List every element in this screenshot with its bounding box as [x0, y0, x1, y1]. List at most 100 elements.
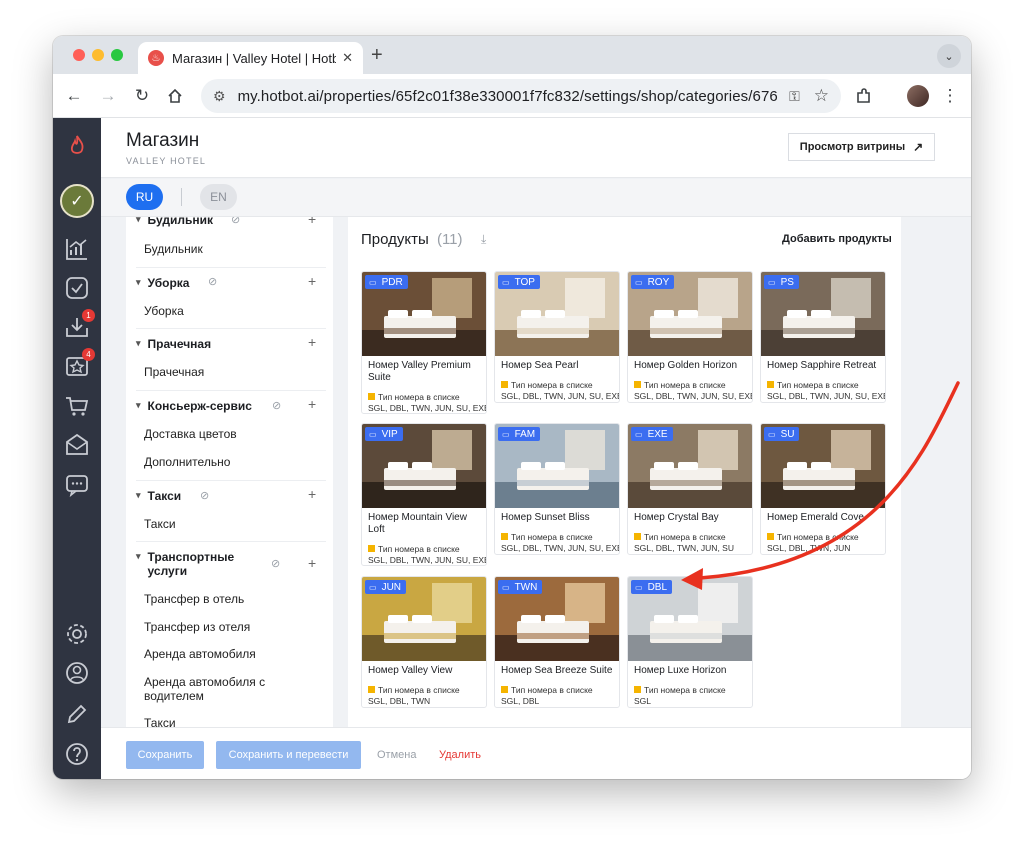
room-photo: ▭ TOP — [495, 272, 619, 356]
product-card[interactable]: ▭ SU Номер Emerald Cove Тип номера в списке… — [760, 423, 886, 555]
mail-envelope-icon[interactable] — [63, 431, 91, 459]
product-card[interactable]: ▭ PDR Номер Valley Premium Suite Тип номера… — [361, 271, 487, 414]
profile-avatar[interactable] — [907, 85, 929, 107]
view-storefront-button[interactable]: Просмотр витрины ↗ — [788, 133, 935, 161]
reload-icon[interactable]: ↻ — [131, 85, 153, 107]
lang-ru-button[interactable]: RU — [126, 184, 163, 210]
forward-arrow-icon[interactable]: → — [97, 85, 119, 107]
tab-title: Магазин | Valley Hotel | Hotbot — [172, 50, 337, 66]
category-item[interactable]: Будильник — [144, 242, 294, 256]
category-item[interactable]: Аренда автомобиля с водителем — [144, 675, 279, 703]
products-panel: Продукты (11) ⤓ Добавить продукты ▭ PDR Но… — [348, 217, 901, 727]
site-settings-icon[interactable]: ⚙ — [213, 88, 226, 105]
external-arrow-icon: ↗ — [913, 140, 924, 154]
maximize-window-button[interactable] — [111, 49, 123, 61]
minimize-window-button[interactable] — [92, 49, 104, 61]
hidden-cart-icon[interactable]: ⊘ — [231, 217, 240, 226]
extensions-puzzle-icon[interactable] — [853, 85, 875, 107]
product-card[interactable]: ▭ TWN Номер Sea Breeze Suite Тип номера в с… — [494, 576, 620, 708]
room-code: DBL — [647, 581, 668, 593]
product-card[interactable]: ▭ PS Номер Sapphire Retreat Тип номера в сп… — [760, 271, 886, 403]
category-item[interactable]: Такси — [144, 517, 294, 531]
address-bar[interactable]: ⚙ my.hotbot.ai/properties/65f2c01f38e330… — [201, 79, 841, 113]
close-window-button[interactable] — [73, 49, 85, 61]
divider — [136, 267, 326, 268]
chevron-down-icon[interactable]: ▾ — [136, 217, 141, 225]
category-header[interactable]: ▾ Такси — [136, 489, 228, 503]
add-item-icon[interactable]: + — [308, 334, 316, 350]
reviews-star-icon[interactable]: 4 — [63, 348, 95, 380]
add-item-icon[interactable]: + — [308, 396, 316, 412]
save-button[interactable]: Сохранить — [126, 741, 204, 769]
back-arrow-icon[interactable]: ← — [63, 85, 85, 107]
chevron-down-icon[interactable]: ▾ — [136, 338, 141, 349]
settings-gear-icon[interactable] — [63, 620, 91, 648]
room-code: EXE — [647, 428, 668, 440]
bookmark-star-icon[interactable]: ☆ — [814, 86, 829, 106]
hidden-cart-icon[interactable]: ⊘ — [271, 557, 280, 570]
hidden-cart-icon[interactable]: ⊘ — [208, 275, 217, 288]
help-question-icon[interactable] — [63, 740, 91, 768]
hidden-cart-icon[interactable]: ⊘ — [272, 399, 281, 412]
analytics-chart-icon[interactable] — [63, 235, 91, 263]
category-header[interactable]: ▾ Консьерж-сервис — [136, 399, 263, 413]
category-item[interactable]: Аренда автомобиля — [144, 647, 294, 661]
key-icon[interactable]: ⚿ — [789, 88, 800, 105]
category-item[interactable]: Трансфер из отеля — [144, 620, 294, 634]
save-translate-button[interactable]: Сохранить и перевести — [216, 741, 361, 769]
home-icon[interactable] — [164, 85, 186, 107]
category-item[interactable]: Уборка — [144, 304, 294, 318]
edit-pencil-icon[interactable] — [63, 700, 91, 728]
add-products-button[interactable]: Добавить продукты — [782, 233, 892, 245]
add-item-icon[interactable]: + — [308, 555, 316, 571]
category-item[interactable]: Трансфер в отель — [144, 592, 294, 606]
lang-en-button[interactable]: EN — [200, 184, 237, 210]
category-item[interactable]: Прачечная — [144, 365, 294, 379]
property-avatar-icon[interactable]: ✓ — [60, 184, 94, 218]
chat-bubble-icon[interactable] — [63, 471, 91, 499]
product-card[interactable]: ▭ ROY Номер Golden Horizon Тип номера в спи… — [627, 271, 753, 403]
page-title: Магазин — [126, 130, 200, 151]
room-code: JUN — [381, 581, 402, 593]
category-item[interactable]: Дополнительно — [144, 455, 294, 469]
product-card[interactable]: ▭ DBL Номер Luxe Horizon Тип номера в списк… — [627, 576, 753, 708]
hotbot-logo-icon[interactable] — [63, 132, 91, 160]
room-types-list: SGL, DBL, TWN, JUN — [767, 543, 851, 553]
category-header[interactable]: ▾ Будильник — [136, 217, 228, 227]
browser-tab[interactable]: ♨ Магазин | Valley Hotel | Hotbot ✕ — [138, 42, 363, 74]
chevron-down-icon[interactable]: ▾ — [136, 551, 141, 562]
add-item-icon[interactable]: + — [308, 217, 316, 227]
delete-button[interactable]: Удалить — [439, 749, 481, 761]
add-item-icon[interactable]: + — [308, 273, 316, 289]
product-card[interactable]: ▭ TOP Номер Sea Pearl Тип номера в списке SG… — [494, 271, 620, 403]
product-card[interactable]: ▭ JUN Номер Valley View Тип номера в списке… — [361, 576, 487, 708]
reviews-badge: 4 — [82, 348, 95, 361]
add-item-icon[interactable]: + — [308, 486, 316, 502]
category-item[interactable]: Такси — [144, 716, 294, 727]
inbox-download-icon[interactable]: 1 — [63, 309, 95, 341]
shop-cart-icon[interactable] — [63, 392, 91, 420]
category-item[interactable]: Доставка цветов — [144, 427, 294, 441]
room-photo: ▭ PS — [761, 272, 885, 356]
product-card[interactable]: ▭ EXE Номер Crystal Bay Тип номера в списке… — [627, 423, 753, 555]
new-tab-button[interactable]: + — [371, 44, 383, 67]
tasks-check-icon[interactable] — [63, 274, 91, 302]
category-header[interactable]: ▾ Прачечная — [136, 337, 228, 351]
tab-close-icon[interactable]: ✕ — [342, 50, 353, 66]
hidden-cart-icon[interactable]: ⊘ — [200, 489, 209, 502]
chevron-down-icon[interactable]: ▾ — [136, 490, 141, 501]
browser-menu-icon[interactable]: ⋮ — [939, 85, 961, 107]
cancel-button[interactable]: Отмена — [377, 749, 416, 761]
chevron-down-icon[interactable]: ▾ — [136, 400, 141, 411]
room-type-marker-icon — [368, 686, 375, 693]
download-icon[interactable]: ⤓ — [481, 232, 486, 247]
bed-icon: ▭ — [768, 429, 776, 439]
user-profile-icon[interactable] — [63, 659, 91, 687]
product-card[interactable]: ▭ VIP Номер Mountain View Loft Тип номера в… — [361, 423, 487, 566]
room-code-badge: ▭ PDR — [365, 275, 408, 289]
category-header[interactable]: ▾ Транспортные услуги — [136, 550, 240, 578]
bed-icon: ▭ — [502, 582, 510, 592]
product-card[interactable]: ▭ FAM Номер Sunset Bliss Тип номера в списк… — [494, 423, 620, 555]
tab-search-chevron-icon[interactable]: ⌄ — [937, 44, 961, 68]
chevron-down-icon[interactable]: ▾ — [136, 277, 141, 288]
